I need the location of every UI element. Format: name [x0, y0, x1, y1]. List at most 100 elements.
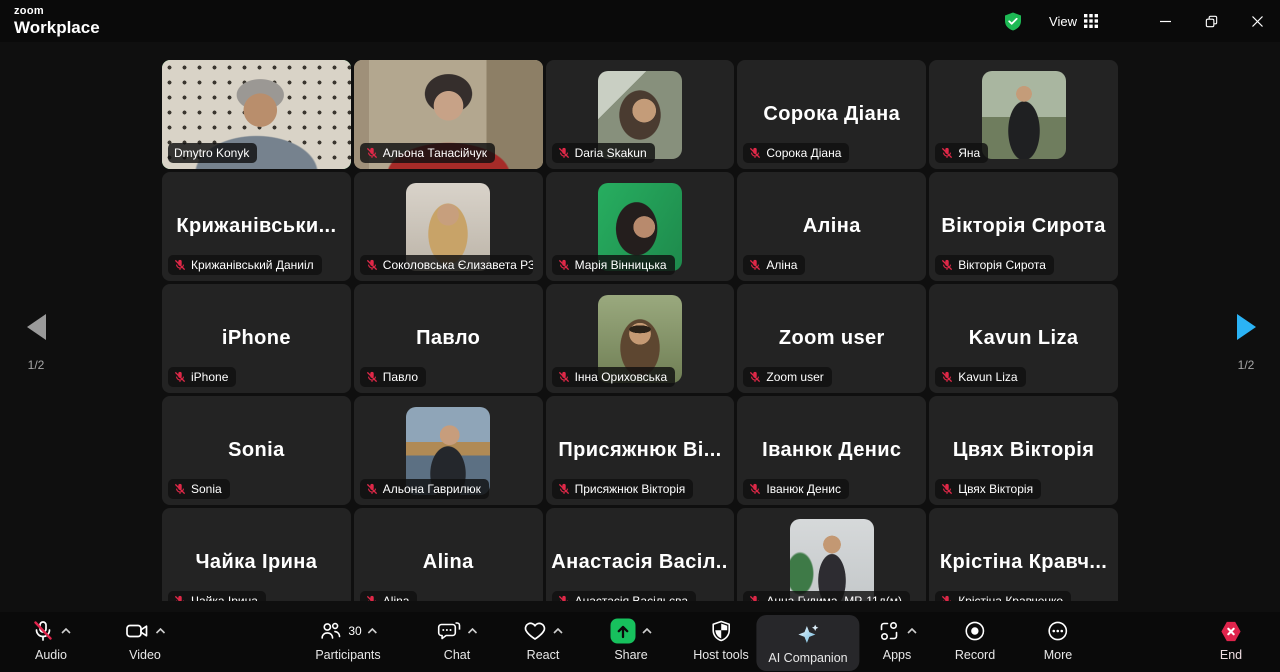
muted-mic-icon — [941, 147, 953, 159]
participant-name-label: Альона Танасійчук — [360, 143, 495, 163]
participant-name-label-text: Марія Вінницька — [575, 258, 667, 272]
participant-tile[interactable]: Яна — [929, 60, 1118, 169]
participant-name-label-text: Вікторія Сирота — [958, 258, 1046, 272]
participant-name-label-text: Alina — [383, 594, 410, 601]
participant-tile[interactable]: Zoom user Zoom user — [737, 284, 926, 393]
minimize-button[interactable] — [1142, 0, 1188, 42]
view-button[interactable]: View — [1049, 14, 1098, 29]
participants-button[interactable]: 30 Participants — [315, 617, 380, 662]
participant-name-label: Zoom user — [743, 367, 831, 387]
react-options-chevron[interactable] — [553, 628, 563, 634]
react-button[interactable]: React — [523, 617, 563, 662]
participant-name-label: Вікторія Сирота — [935, 255, 1054, 275]
participant-big-name: Аліна — [803, 215, 861, 238]
muted-mic-icon — [941, 483, 953, 495]
participant-name-label: Іванюк Денис — [743, 479, 849, 499]
chat-button[interactable]: Chat — [437, 617, 478, 662]
record-button[interactable]: Record — [955, 617, 995, 662]
participant-big-name: Іванюк Денис — [762, 439, 901, 462]
more-button[interactable]: More — [1044, 617, 1072, 662]
participant-tile[interactable]: Dmytro Konyk — [162, 60, 351, 169]
audio-button[interactable]: Audio — [31, 617, 71, 662]
muted-mic-icon — [366, 595, 378, 601]
video-options-chevron[interactable] — [156, 628, 166, 634]
participant-name-label: Аліна — [743, 255, 805, 275]
participant-tile[interactable]: Daria Skakun — [546, 60, 735, 169]
ai-companion-button[interactable]: AI Companion — [756, 615, 859, 671]
participant-big-name: Сорока Діана — [763, 103, 900, 126]
video-button[interactable]: Video — [125, 617, 166, 662]
participant-name-label-text: Sonia — [191, 482, 222, 496]
participant-tile[interactable]: Альона Гаврилюк — [354, 396, 543, 505]
participant-tile[interactable]: Цвях Вікторія Цвях Вікторія — [929, 396, 1118, 505]
apps-options-chevron[interactable] — [907, 628, 917, 634]
close-button[interactable] — [1234, 0, 1280, 42]
participant-name-label: Альона Гаврилюк — [360, 479, 489, 499]
participant-tile[interactable]: Альона Танасійчук — [354, 60, 543, 169]
apps-button[interactable]: Apps — [877, 617, 917, 662]
participant-photo — [790, 519, 874, 602]
participant-tile[interactable]: Інна Ориховська — [546, 284, 735, 393]
participant-tile[interactable]: iPhone iPhone — [162, 284, 351, 393]
share-label: Share — [614, 649, 647, 662]
participant-tile[interactable]: Чайка Ірина Чайка Ірина — [162, 508, 351, 601]
more-label: More — [1044, 649, 1072, 662]
participant-name-label: Чайка Ірина — [168, 591, 266, 601]
view-label: View — [1049, 14, 1077, 29]
meeting-stage: Dmytro Konyk Альона Танасійчук Daria Ska… — [0, 42, 1280, 612]
participant-tile[interactable]: Анастасія Васіл... Анастасія Васільєва — [546, 508, 735, 601]
participant-name-label-text: Цвях Вікторія — [958, 482, 1033, 496]
participant-name-label: Dmytro Konyk — [168, 143, 257, 163]
video-label: Video — [129, 649, 161, 662]
muted-mic-icon — [941, 259, 953, 271]
end-button[interactable]: End — [1218, 617, 1244, 662]
chat-label: Chat — [444, 649, 470, 662]
participant-tile[interactable]: Сорока Діана Сорока Діана — [737, 60, 926, 169]
participant-name-label-text: Альона Танасійчук — [383, 146, 487, 160]
participant-tile[interactable]: Іванюк Денис Іванюк Денис — [737, 396, 926, 505]
participants-count: 30 — [348, 624, 361, 638]
muted-mic-icon — [366, 259, 378, 271]
previous-page-arrow-icon — [27, 314, 46, 340]
participant-tile[interactable]: Марія Вінницька — [546, 172, 735, 281]
participant-tile[interactable]: Вікторія Сирота Вікторія Сирота — [929, 172, 1118, 281]
ai-companion-sparkle-icon — [795, 622, 821, 647]
audio-options-chevron[interactable] — [61, 628, 71, 634]
participant-tile[interactable]: Павло Павло — [354, 284, 543, 393]
participant-photo — [982, 71, 1066, 159]
muted-mic-icon — [174, 483, 186, 495]
gallery-grid: Dmytro Konyk Альона Танасійчук Daria Ska… — [162, 60, 1118, 601]
participant-tile[interactable]: Соколовська Єлизавета РЗ... — [354, 172, 543, 281]
restore-button[interactable] — [1188, 0, 1234, 42]
muted-mic-icon — [558, 371, 570, 383]
participant-name-label-text: Інна Ориховська — [575, 370, 668, 384]
share-button[interactable]: Share — [610, 617, 652, 662]
participant-tile[interactable]: Анна Гудима, МР-11д(м) — [737, 508, 926, 601]
muted-mic-icon — [749, 595, 761, 601]
participant-name-label-text: Анна Гудима, МР-11д(м) — [766, 594, 902, 601]
participant-big-name: Вікторія Сирота — [941, 215, 1105, 238]
muted-mic-icon — [558, 595, 570, 601]
logo-line2: Workplace — [14, 19, 100, 36]
participant-tile[interactable]: Аліна Аліна — [737, 172, 926, 281]
participant-big-name: Kavun Liza — [969, 327, 1079, 350]
previous-page-button[interactable]: 1/2 — [12, 314, 60, 372]
participant-name-label-text: Альона Гаврилюк — [383, 482, 481, 496]
participant-name-label: iPhone — [168, 367, 236, 387]
muted-mic-icon — [749, 259, 761, 271]
share-options-chevron[interactable] — [642, 628, 652, 634]
muted-mic-icon — [366, 483, 378, 495]
participant-name-label: Павло — [360, 367, 426, 387]
host-tools-button[interactable]: Host tools — [693, 617, 749, 662]
participant-tile[interactable]: Крістіна Кравч... Крістіна Кравченко — [929, 508, 1118, 601]
participants-options-chevron[interactable] — [368, 628, 378, 634]
participant-tile[interactable]: Sonia Sonia — [162, 396, 351, 505]
participant-tile[interactable]: Kavun Liza Kavun Liza — [929, 284, 1118, 393]
participant-tile[interactable]: Крижанівськи... Крижанівський Даниіл — [162, 172, 351, 281]
encryption-shield-icon[interactable] — [1003, 11, 1023, 32]
chat-options-chevron[interactable] — [468, 628, 478, 634]
apps-label: Apps — [883, 649, 912, 662]
participant-tile[interactable]: Alina Alina — [354, 508, 543, 601]
next-page-button[interactable]: 1/2 — [1222, 314, 1270, 372]
participant-tile[interactable]: Присяжнюк Ві... Присяжнюк Вікторія — [546, 396, 735, 505]
